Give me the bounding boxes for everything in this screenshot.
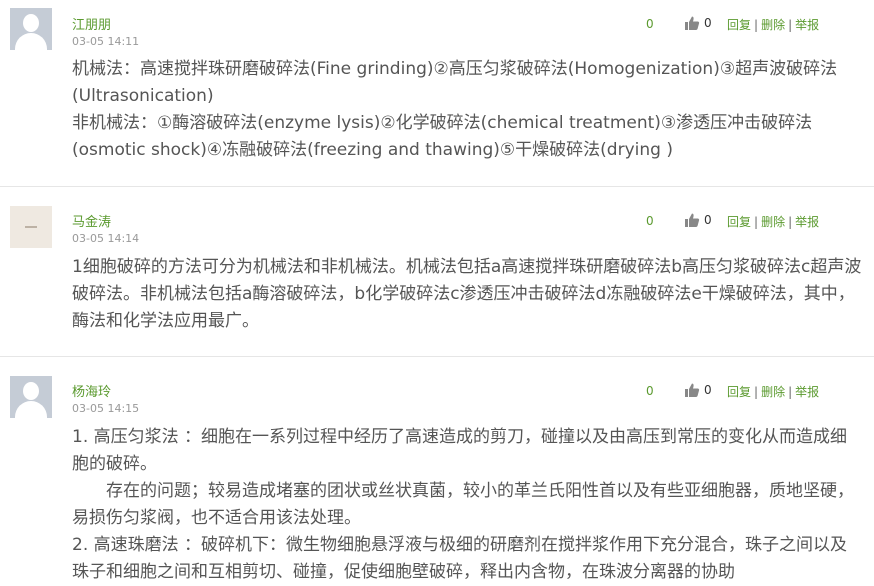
username-link[interactable]: 江朋朋	[72, 14, 111, 33]
comment-time: 03-05 14:11	[72, 35, 140, 48]
avatar[interactable]	[10, 206, 52, 248]
comment-body: 机械法：高速搅拌珠研磨破碎法(Fine grinding)②高压匀浆破碎法(Ho…	[72, 56, 862, 164]
action-separator: |	[788, 215, 793, 229]
action-separator: |	[788, 18, 793, 32]
avatar-image-mark	[25, 226, 37, 228]
comment-paragraph: 机械法：高速搅拌珠研磨破碎法(Fine grinding)②高压匀浆破碎法(Ho…	[72, 59, 838, 106]
delete-link[interactable]: 删除	[761, 385, 785, 399]
comment-paragraph: 2. 高速珠磨法 ：破碎机下：微生物细胞悬浮液与极细的研磨剂在搅拌浆作用下充分混…	[72, 535, 848, 582]
comment-actions: 回复 | 删除 | 举报	[727, 213, 819, 230]
comment-count: 0	[646, 384, 654, 398]
avatar-body-shape	[15, 401, 47, 418]
username-link[interactable]: 马金涛	[72, 211, 111, 230]
comment-time: 03-05 14:14	[72, 232, 140, 245]
delete-link[interactable]: 删除	[761, 18, 785, 32]
thumbs-up-icon	[685, 213, 700, 227]
comment-body: 1. 高压匀浆法 ：细胞在一系列过程中经历了高速造成的剪刀，碰撞以及由高压到常压…	[72, 424, 862, 586]
like-count: 0	[704, 383, 712, 397]
comment-paragraph: 存在的问题；较易造成堵塞的团状或丝状真菌，较小的革兰氏阳性首以及有些亚细胞器，质…	[72, 481, 854, 528]
thumbs-up-icon	[685, 383, 700, 397]
like-count: 0	[704, 213, 712, 227]
avatar[interactable]	[10, 376, 52, 418]
thumbs-up-icon	[685, 16, 700, 30]
action-separator: |	[754, 215, 759, 229]
report-link[interactable]: 举报	[795, 18, 819, 32]
comment-time: 03-05 14:15	[72, 402, 140, 415]
comment-item: 马金涛 03-05 14:14 0 0 回复 | 删除 | 举报 1细胞破碎的方法可分为…	[0, 187, 874, 357]
avatar[interactable]	[10, 8, 52, 50]
comment-paragraph: 1. 高压匀浆法 ：细胞在一系列过程中经历了高速造成的剪刀，碰撞以及由高压到常压…	[72, 427, 848, 474]
comment-count: 0	[646, 214, 654, 228]
username-link[interactable]: 杨海玲	[72, 381, 111, 400]
comment-actions: 回复 | 删除 | 举报	[727, 16, 819, 33]
comment-paragraph: 非机械法：①酶溶破碎法(enzyme lysis)②化学破碎法(chemical…	[72, 113, 813, 160]
action-separator: |	[754, 385, 759, 399]
reply-link[interactable]: 回复	[727, 18, 751, 32]
avatar-head-shape	[23, 382, 39, 400]
action-separator: |	[754, 18, 759, 32]
delete-link[interactable]: 删除	[761, 215, 785, 229]
comment-count: 0	[646, 17, 654, 31]
avatar-body-shape	[15, 33, 47, 50]
report-link[interactable]: 举报	[795, 215, 819, 229]
comment-paragraph: 1细胞破碎的方法可分为机械法和非机械法。机械法包括a高速搅拌珠研磨破碎法b高压匀…	[72, 257, 862, 331]
like-count: 0	[704, 16, 712, 30]
reply-link[interactable]: 回复	[727, 385, 751, 399]
reply-link[interactable]: 回复	[727, 215, 751, 229]
comment-item: 江朋朋 03-05 14:11 0 0 回复 | 删除 | 举报 机械法：高速搅拌珠研磨…	[0, 0, 874, 187]
avatar-head-shape	[23, 14, 39, 32]
report-link[interactable]: 举报	[795, 385, 819, 399]
comment-item: 杨海玲 03-05 14:15 0 0 回复 | 删除 | 举报 1. 高压匀浆法 ：细…	[0, 357, 874, 583]
action-separator: |	[788, 385, 793, 399]
comment-body: 1细胞破碎的方法可分为机械法和非机械法。机械法包括a高速搅拌珠研磨破碎法b高压匀…	[72, 254, 862, 335]
comment-actions: 回复 | 删除 | 举报	[727, 383, 819, 400]
